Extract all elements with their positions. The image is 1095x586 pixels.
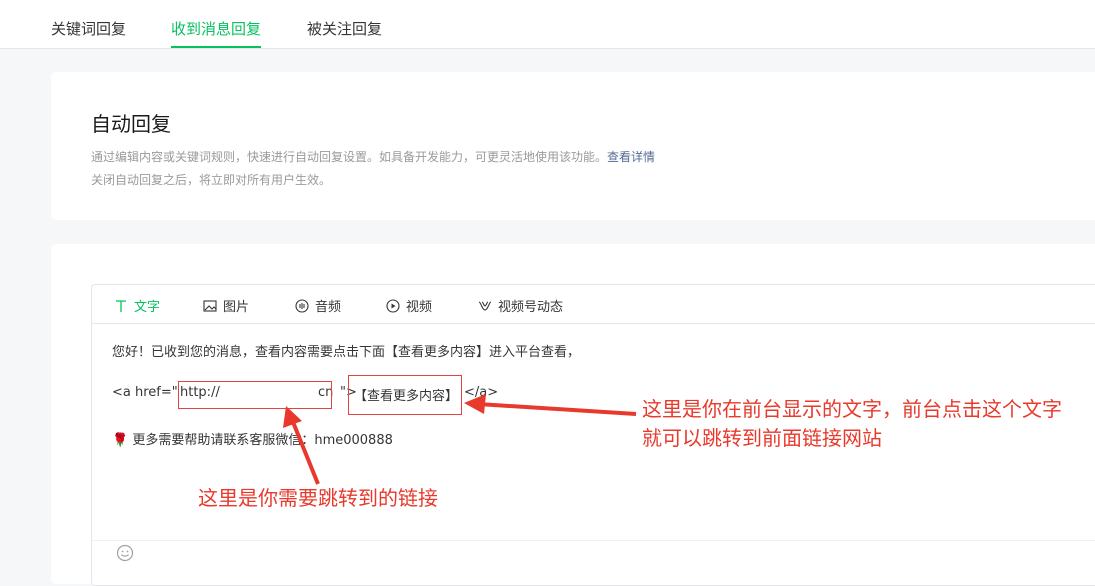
type-label: 视频 — [406, 300, 433, 315]
type-label: 视频号动态 — [498, 300, 564, 315]
tab-message-reply[interactable]: 收到消息回复 — [171, 18, 262, 48]
tab-keyword-reply[interactable]: 关键词回复 — [51, 18, 126, 39]
description-line-2: 关闭自动回复之后，将立即对所有用户生效。 — [91, 173, 332, 187]
message-type-bar: 文字 图片 音频 视频 视频号动态 — [92, 285, 1095, 324]
video-icon — [386, 298, 400, 313]
code-anchor-open[interactable]: <a href=" — [112, 385, 178, 400]
emoji-icon[interactable] — [116, 544, 134, 562]
channels-icon — [478, 300, 492, 311]
link-text-highlight-box — [348, 375, 462, 415]
type-label: 图片 — [223, 300, 250, 315]
annotation-right-line-1: 这里是你在前台显示的文字，前台点击这个文字 — [642, 397, 1062, 421]
rose-icon: 🌹 — [112, 433, 129, 448]
annotation-bottom: 这里是你需要跳转到的链接 — [198, 486, 438, 510]
url-highlight-box — [178, 381, 332, 409]
reply-editor: 文字 图片 音频 视频 视频号动态 您好！已收到您的消息，查看内容需要点击下面【… — [91, 284, 1095, 586]
type-label: 文字 — [134, 300, 161, 315]
type-text[interactable]: 文字 — [114, 296, 160, 315]
type-channels[interactable]: 视频号动态 — [478, 296, 563, 315]
auto-reply-info-card: 自动回复 通过编辑内容或关键词规则，快速进行自动回复设置。如具备开发能力，可更灵… — [51, 72, 1095, 220]
description-text: 通过编辑内容或关键词规则，快速进行自动回复设置。如具备开发能力，可更灵活地使用该… — [91, 150, 608, 164]
type-video[interactable]: 视频 — [386, 296, 432, 315]
annotation-right-line-2: 就可以跳转到前面链接网站 — [642, 426, 882, 450]
description-line-1: 通过编辑内容或关键词规则，快速进行自动回复设置。如具备开发能力，可更灵活地使用该… — [91, 148, 655, 165]
type-image[interactable]: 图片 — [203, 296, 249, 315]
view-details-link[interactable]: 查看详情 — [607, 150, 655, 164]
contact-text: 更多需要帮助请联系客服微信：hme000888 — [132, 433, 393, 448]
code-anchor-end[interactable]: </a> — [464, 385, 498, 400]
reply-line-greeting[interactable]: 您好！已收到您的消息，查看内容需要点击下面【查看更多内容】进入平台查看， — [112, 341, 580, 360]
page-title: 自动回复 — [91, 112, 171, 136]
type-audio[interactable]: 音频 — [295, 296, 341, 315]
reply-tabs: 关键词回复 收到消息回复 被关注回复 — [0, 0, 1095, 49]
editor-divider — [92, 540, 1095, 541]
text-icon — [116, 299, 126, 312]
image-icon — [203, 299, 217, 312]
audio-icon — [295, 298, 309, 313]
tab-follow-reply[interactable]: 被关注回复 — [307, 18, 382, 39]
reply-line-contact[interactable]: 🌹 更多需要帮助请联系客服微信：hme000888 — [112, 429, 393, 448]
type-label: 音频 — [315, 300, 342, 315]
